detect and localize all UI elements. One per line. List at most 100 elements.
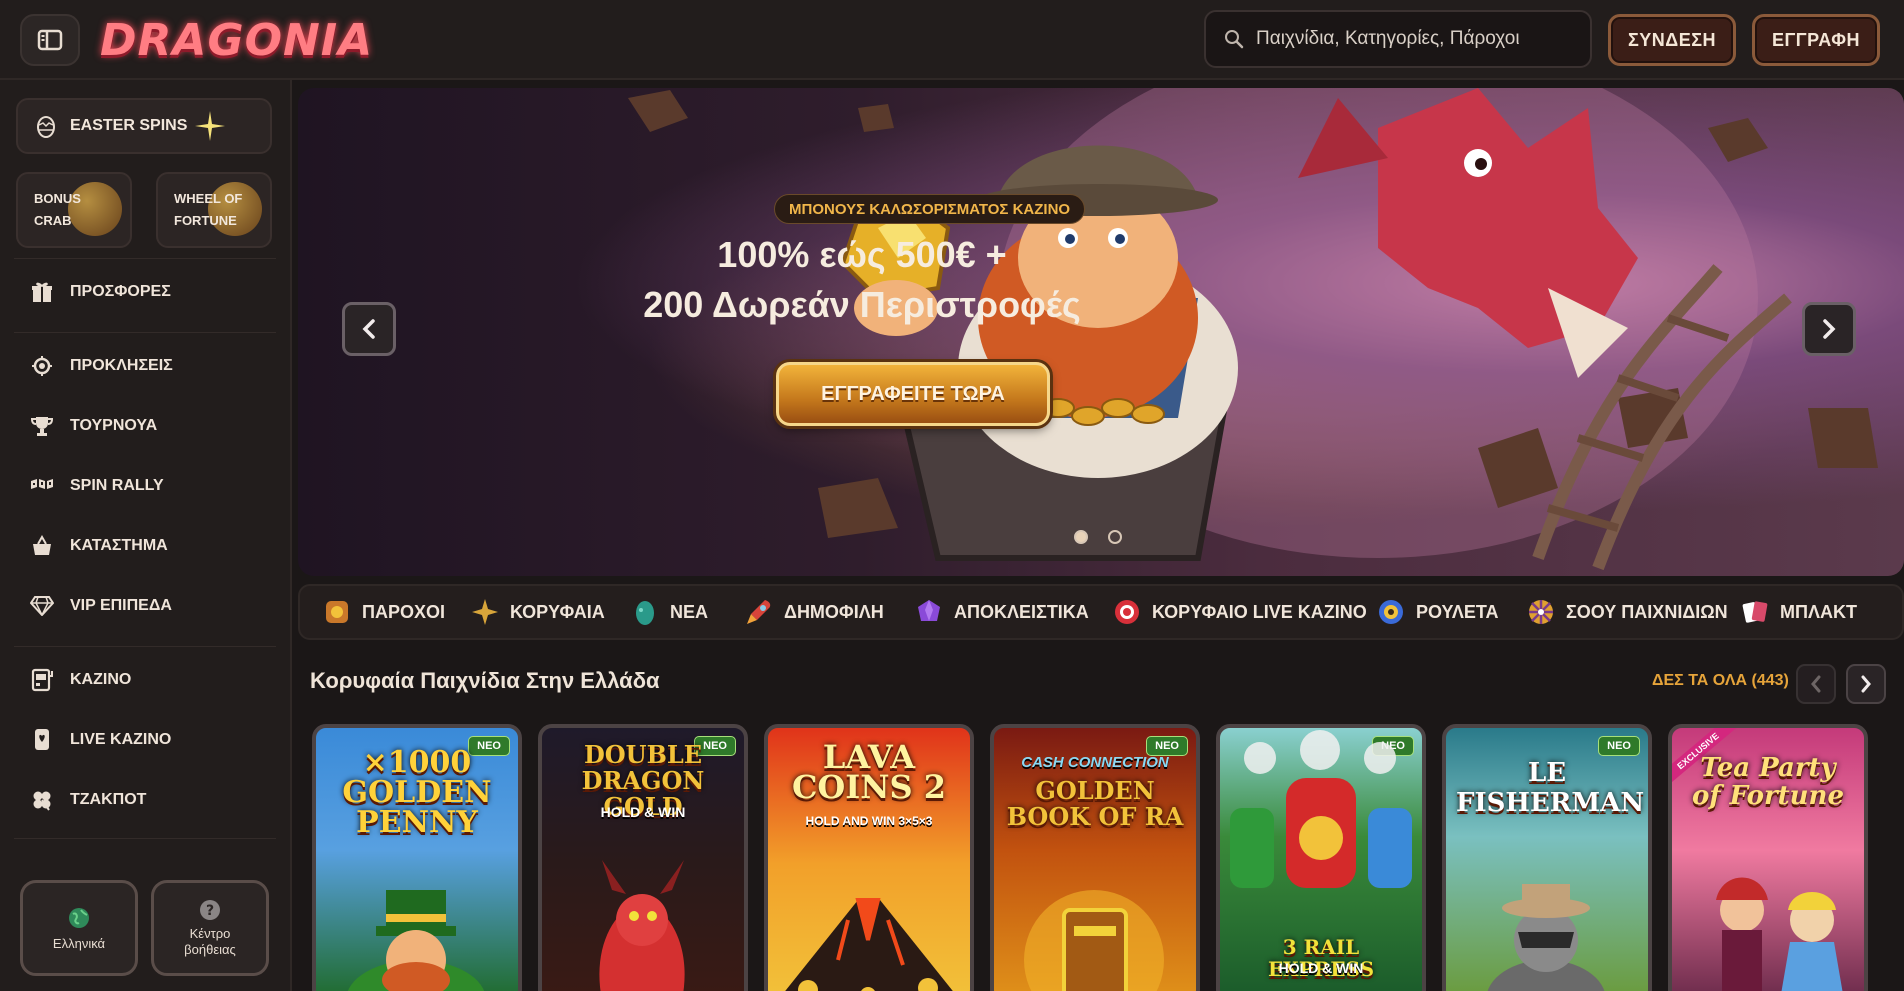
language-selector-button[interactable]: Ελληνικά [20, 880, 138, 976]
game-subtitle: HOLD & WIN [1278, 960, 1364, 976]
golden-book-art [1024, 890, 1164, 991]
game-title: LE FISHERMAN [1456, 758, 1645, 818]
sidebar-toggle-icon [37, 29, 63, 51]
login-button[interactable]: ΣΥΝΔΕΣΗ [1608, 14, 1736, 66]
chevron-right-icon [1823, 319, 1836, 339]
category-roulette[interactable]: ΡΟΥΛΕΤΑ [1376, 586, 1499, 638]
hero-banner[interactable]: ΜΠΟΝΟΥΣ ΚΑΛΩΣΟΡΙΣΜΑΤΟΣ ΚΑΖΙΝΟ 100% εώς 5… [298, 88, 1904, 576]
rocket-icon [744, 597, 774, 627]
sidebar-item-shop[interactable]: ΚΑΤΑΣΤΗΜΑ [30, 528, 168, 564]
category-label: ΜΠΛΑΚΤ [1780, 601, 1857, 622]
sidebar-item-label: ΚΑΤΑΣΤΗΜΑ [70, 537, 168, 554]
category-blackjack[interactable]: ΜΠΛΑΚΤ [1740, 586, 1857, 638]
egg-icon [630, 597, 660, 627]
clover-icon [30, 788, 54, 812]
help-center-button[interactable]: ? Κέντρο βοήθειας [151, 880, 269, 976]
game-title: ×1000 GOLDEN PENNY [342, 745, 492, 840]
game-title: Tea Party of Fortune [1691, 753, 1844, 811]
challenge-icon [30, 354, 54, 378]
sidebar-item-jackpot[interactable]: ΤΖΑΚΠΟΤ [30, 782, 146, 818]
category-popular[interactable]: ΔΗΜΟΦΙΛΗ [744, 586, 884, 638]
sidebar-item-label: SPIN RALLY [70, 477, 164, 494]
hero-dot-2[interactable] [1108, 530, 1122, 544]
bonus-crab-promo[interactable]: BONUS CRAB [16, 172, 132, 248]
train-art [1230, 730, 1412, 888]
slot-machine-icon [30, 668, 54, 692]
game-card-le-fisherman[interactable]: ΝΕΟ LE FISHERMAN [1442, 724, 1652, 991]
dwarf-dragon-illustration [628, 88, 1878, 571]
sidebar-item-offers[interactable]: ΠΡΟΣΦΟΡΕΣ [30, 274, 171, 310]
game-card-3-rail-express[interactable]: ΝΕΟ 3 RAIL EXPRESS HOLD & WIN [1216, 724, 1426, 991]
section-title: Κορυφαία Παιχνίδια Στην Ελλάδα [310, 668, 660, 693]
sidebar-divider [14, 838, 276, 839]
see-all-link[interactable]: ΔΕΣ ΤΑ ΟΛΑ (443) [1652, 672, 1789, 690]
sparkle-icon [195, 111, 226, 141]
hero-dot-1[interactable] [1074, 530, 1088, 544]
sidebar-item-label: ΠΡΟΚΛΗΣΕΙΣ [70, 357, 173, 374]
sidebar-item-spin-rally[interactable]: SPIN RALLY [30, 468, 164, 504]
trophy-icon [30, 414, 54, 438]
help-label-line2: βοήθειας [184, 942, 236, 957]
star-icon [470, 597, 500, 627]
hero-prev-button[interactable] [342, 302, 396, 356]
site-logo[interactable]: DRAGONIA [100, 8, 373, 72]
sidebar-item-vip[interactable]: VIP ΕΠΙΠΕΔΑ [30, 588, 172, 624]
hero-pagination [1074, 530, 1122, 544]
sidebar-item-label: ΤΖΑΚΠΟΤ [70, 791, 147, 808]
category-label: ΣΟΟΥ ΠΑΙΧΝΙΔΙΩΝ [1566, 601, 1728, 622]
new-badge: ΝΕΟ [1598, 736, 1640, 756]
wheel-icon [1526, 597, 1556, 627]
tea-party-art [1716, 877, 1843, 991]
games-next-button[interactable] [1846, 664, 1886, 704]
category-game-shows[interactable]: ΣΟΟΥ ΠΑΙΧΝΙΔΙΩΝ [1526, 586, 1728, 638]
category-top-live-casino[interactable]: ΚΟΡΥΦΑΙΟ LIVE ΚΑΖΙΝΟ [1112, 586, 1367, 638]
game-card-golden-penny[interactable]: ΝΕΟ ×1000 GOLDEN PENNY [312, 724, 522, 991]
category-label: ΠΑΡΟΧΟΙ [362, 601, 446, 622]
sidebar-item-live-casino[interactable]: LIVE ΚΑΖΙΝΟ [30, 722, 171, 758]
hero-next-button[interactable] [1802, 302, 1856, 356]
game-subtitle: CASH CONNECTION [1021, 754, 1169, 771]
chip-icon [1112, 597, 1142, 627]
wheel-of-fortune-promo[interactable]: WHEEL OF FORTUNE [156, 172, 272, 248]
hero-badge: ΜΠΟΝΟΥΣ ΚΑΛΩΣΟΡΙΣΜΑΤΟΣ ΚΑΖΙΝΟ [774, 194, 1086, 224]
red-dragon-art [599, 860, 685, 991]
hero-headline-line2: 200 Δωρεάν Περιστροφές [643, 284, 1081, 325]
register-button[interactable]: ΕΓΓΡΑΦΗ [1752, 14, 1880, 66]
help-label-line1: Κέντρο [189, 926, 231, 941]
sidebar: EASTER SPINS BONUS CRAB WHEEL OF FORTUNE… [0, 80, 292, 991]
chevron-right-icon [1861, 675, 1871, 693]
sidebar-item-tournaments[interactable]: ΤΟΥΡΝΟΥΑ [30, 408, 157, 444]
globe-icon [69, 907, 89, 928]
category-new[interactable]: ΝΕΑ [630, 586, 708, 638]
games-prev-button[interactable] [1796, 664, 1836, 704]
category-label: ΚΟΡΥΦΑΙΟ LIVE ΚΑΖΙΝΟ [1152, 601, 1367, 622]
game-card-golden-book-of-ra[interactable]: ΝΕΟ CASH CONNECTION GOLDEN BOOK OF RA [990, 724, 1200, 991]
easter-spins-promo[interactable]: EASTER SPINS [16, 98, 272, 154]
search-bar[interactable] [1204, 10, 1592, 68]
game-card-lava-coins-2[interactable]: LAVA COINS 2 HOLD AND WIN 3×5×3 [764, 724, 974, 991]
sidebar-item-casino[interactable]: ΚΑΖΙΝΟ [30, 662, 131, 698]
diamond-icon [30, 594, 54, 618]
game-card-double-dragon-gold[interactable]: ΝΕΟ DOUBLE DRAGON GOLD HOLD & WIN [538, 724, 748, 991]
sidebar-toggle-button[interactable] [20, 14, 80, 66]
svg-text:?: ? [206, 903, 214, 919]
game-subtitle: HOLD AND WIN 3×5×3 [805, 814, 933, 828]
sidebar-item-challenges[interactable]: ΠΡΟΚΛΗΣΕΙΣ [30, 348, 173, 384]
game-title: LAVA COINS 2 [791, 738, 947, 806]
live-cards-icon [30, 728, 54, 752]
game-card-tea-party-of-fortune[interactable]: EXCLUSIVE Tea Party of Fortune [1668, 724, 1868, 991]
category-label: ΝΕΑ [670, 601, 709, 622]
game-title: GOLDEN BOOK OF RA [1006, 776, 1184, 831]
new-badge: ΝΕΟ [1146, 736, 1188, 756]
search-input[interactable] [1256, 28, 1576, 50]
hero-register-button[interactable]: ΕΓΓΡΑΦΕΙΤΕ ΤΩΡΑ [776, 362, 1050, 426]
volcano-art [785, 898, 953, 991]
category-exclusive[interactable]: ΑΠΟΚΛΕΙΣΤΙΚΑ [914, 586, 1089, 638]
category-label: ΑΠΟΚΛΕΙΣΤΙΚΑ [954, 601, 1089, 622]
category-providers[interactable]: ΠΑΡΟΧΟΙ [322, 586, 445, 638]
raccoon-fisherman-art [1487, 884, 1605, 991]
category-label: ΡΟΥΛΕΤΑ [1416, 601, 1499, 622]
gift-icon [30, 280, 54, 304]
bonus-crab-line2: CRAB [34, 213, 72, 228]
category-top[interactable]: ΚΟΡΥΦΑΙΑ [470, 586, 605, 638]
